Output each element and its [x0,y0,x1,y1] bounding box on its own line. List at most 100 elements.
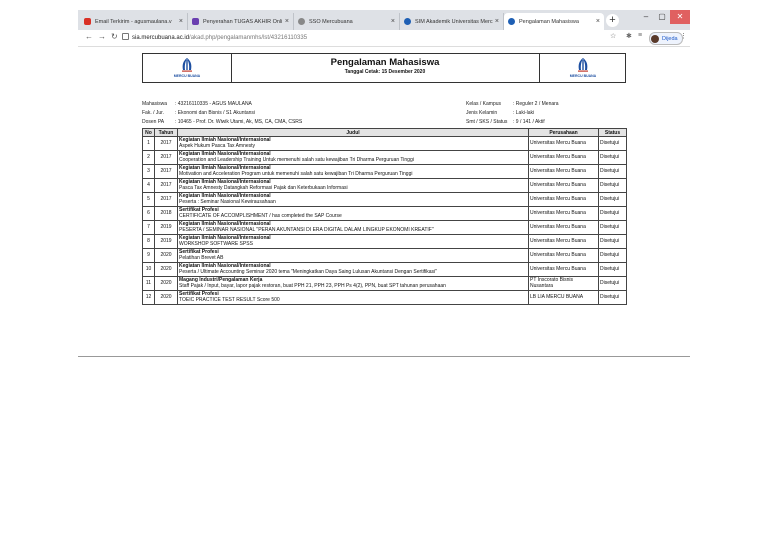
cell-no: 12 [142,290,155,305]
experience-table: No Tahun Judul Perusahaan Status 1 2017 Ke… [142,128,627,305]
cell-status: Disetujui [598,248,627,263]
cell-company: Universitas Mercu Buana [528,164,599,179]
tab-email[interactable]: Email Terkirim - agusmaulana.v × [80,13,188,30]
close-icon[interactable]: × [179,18,183,25]
cell-year: 2020 [154,276,178,291]
close-icon[interactable]: × [391,18,395,25]
close-window-icon[interactable]: ✕ [670,10,690,24]
cell-company: Universitas Mercu Buana [528,136,599,151]
column-header-no: No [142,128,155,137]
column-header-status: Status [598,128,627,137]
cell-no: 6 [142,206,155,221]
tab-sim-akademik[interactable]: SIM Akademik Universitas Merc × [400,13,504,30]
reload-icon[interactable]: ↻ [111,32,118,41]
reading-list-icon[interactable]: ≡ [638,32,642,39]
back-arrow-icon[interactable]: ← [85,32,93,41]
table-row: 8 2019 Kegiatan Ilmiah Nasional/Internasio… [142,234,627,249]
cell-no: 4 [142,178,155,193]
column-header-tahun: Tahun [154,128,178,137]
cell-company: Universitas Mercu Buana [528,262,599,277]
experience-description: Aspek Hukum Pasca Tax Amnesty [179,142,256,149]
page-title: Pengalaman Mahasiswa [330,57,440,68]
divider [539,54,540,82]
cell-company: Universitas Mercu Buana [528,192,599,207]
new-tab-button[interactable]: + [606,14,619,27]
address-bar-row: ← → ↻ sia.mercubuana.ac.id/akad.php/peng… [78,30,690,47]
menu-kebab-icon[interactable]: ⋮ [680,32,687,40]
cell-no: 5 [142,192,155,207]
cell-year: 2017 [154,192,178,207]
cell-no: 3 [142,164,155,179]
cell-year: 2017 [154,178,178,193]
cell-no: 7 [142,220,155,235]
table-row: 2 2017 Kegiatan Ilmiah Nasional/Internasio… [142,150,627,165]
experience-description: Staff Pajak / Input, bayar, lapor pajak … [179,282,446,289]
logo-right: MERCU BUANA [541,56,625,82]
student-info-kelas: Kelas / Kampus: Reguler 2 / Menara [466,101,559,107]
cell-year: 2019 [154,220,178,235]
experience-description: Peserta : Seminar Nasional Kewirausahaan [179,198,276,205]
cell-company: Universitas Mercu Buana [528,220,599,235]
experience-description: WORKSHOP SOFTWARE SPSS [179,240,253,247]
url-field[interactable]: sia.mercubuana.ac.id/akad.php/pengalaman… [122,33,307,41]
cell-status: Disetujui [598,276,627,291]
cell-no: 10 [142,262,155,277]
close-icon[interactable]: × [596,18,600,25]
cell-company: LB LIA MERCU BUANA [528,290,599,305]
browser-window: Email Terkirim - agusmaulana.v × Penyera… [78,10,690,356]
table-row: 7 2019 Kegiatan Ilmiah Nasional/Internasio… [142,220,627,235]
table-row: 1 2017 Kegiatan Ilmiah Nasional/Internasio… [142,136,627,151]
close-icon[interactable]: × [285,18,289,25]
cell-status: Disetujui [598,178,627,193]
table-row: 6 2018 Sertifikat Profesi CERTIFICATE OF AC… [142,206,627,221]
cell-judul: Kegiatan Ilmiah Nasional/Internasional Co… [177,150,529,165]
table-row: 11 2020 Magang Industri/Pengalaman Kerja St… [142,276,627,291]
minimize-icon[interactable]: – [638,10,654,24]
cell-status: Disetujui [598,234,627,249]
cell-judul: Kegiatan Ilmiah Nasional/Internasional Pa… [177,178,529,193]
mercubuana-favicon-icon [508,18,515,25]
cell-status: Disetujui [598,206,627,221]
mercubuana-favicon-icon [404,18,411,25]
tab-pengalaman-mahasiswa[interactable]: Pengalaman Mahasiswa × [504,13,604,30]
profile-chip[interactable]: Dijeda [649,32,683,45]
student-info-jenis-kelamin: Jenis Kelamin: Laki-laki [466,110,535,116]
cell-year: 2017 [154,136,178,151]
column-header-perusahaan: Perusahaan [528,128,599,137]
print-date: Tanggal Cetak: 15 Desember 2020 [344,69,426,75]
table-row: 12 2020 Sertifikat Profesi TOEIC PRACTICE T… [142,290,627,305]
avatar [651,34,659,43]
bookmark-star-icon[interactable]: ☆ [610,32,616,40]
lock-icon [122,33,129,40]
cell-status: Disetujui [598,192,627,207]
gmail-icon [84,18,91,25]
window-controls: – ▢ ✕ [638,10,690,24]
cell-judul: Kegiatan Ilmiah Nasional/Internasional Mo… [177,164,529,179]
cell-company: Universitas Mercu Buana [528,234,599,249]
experience-description: Pasca Tax Amnesty Datangkah Reformasi Pa… [179,184,348,191]
student-info-dosen-pa: Dosen PA: 10465 - Prof. Dr. Wiwik Utami,… [142,119,303,125]
cell-status: Disetujui [598,164,627,179]
report-header: MERCU BUANA Pengalaman Mahasiswa Tanggal… [142,53,626,83]
cell-company: PT Inscorato Bisnis Nusantara [528,276,599,291]
tab-penyerahan[interactable]: Penyerahan TUGAS AKHIR Onli × [188,13,294,30]
divider [231,54,232,82]
forward-arrow-icon[interactable]: → [98,32,106,41]
cell-year: 2020 [154,290,178,305]
table-row: 3 2017 Kegiatan Ilmiah Nasional/Internasio… [142,164,627,179]
cell-no: 11 [142,276,155,291]
cell-company: Universitas Mercu Buana [528,248,599,263]
cell-judul: Sertifikat Profesi TOEIC PRACTICE TEST RE… [177,290,529,305]
tab-sso[interactable]: SSO Mercubuana × [294,13,400,30]
cell-year: 2018 [154,206,178,221]
close-icon[interactable]: × [495,18,499,25]
cell-judul: Kegiatan Ilmiah Nasional/Internasional As… [177,136,529,151]
maximize-icon[interactable]: ▢ [654,10,670,24]
globe-icon [298,18,305,25]
page-content: MERCU BUANA Pengalaman Mahasiswa Tanggal… [78,47,690,356]
cell-judul: Sertifikat Profesi Pelatihan Brevet AB [177,248,529,263]
mercubuana-logo-icon [578,58,588,72]
extensions-icon[interactable]: ✱ [626,32,632,40]
cell-no: 2 [142,150,155,165]
cell-judul: Kegiatan Ilmiah Nasional/Internasional Pe… [177,192,529,207]
